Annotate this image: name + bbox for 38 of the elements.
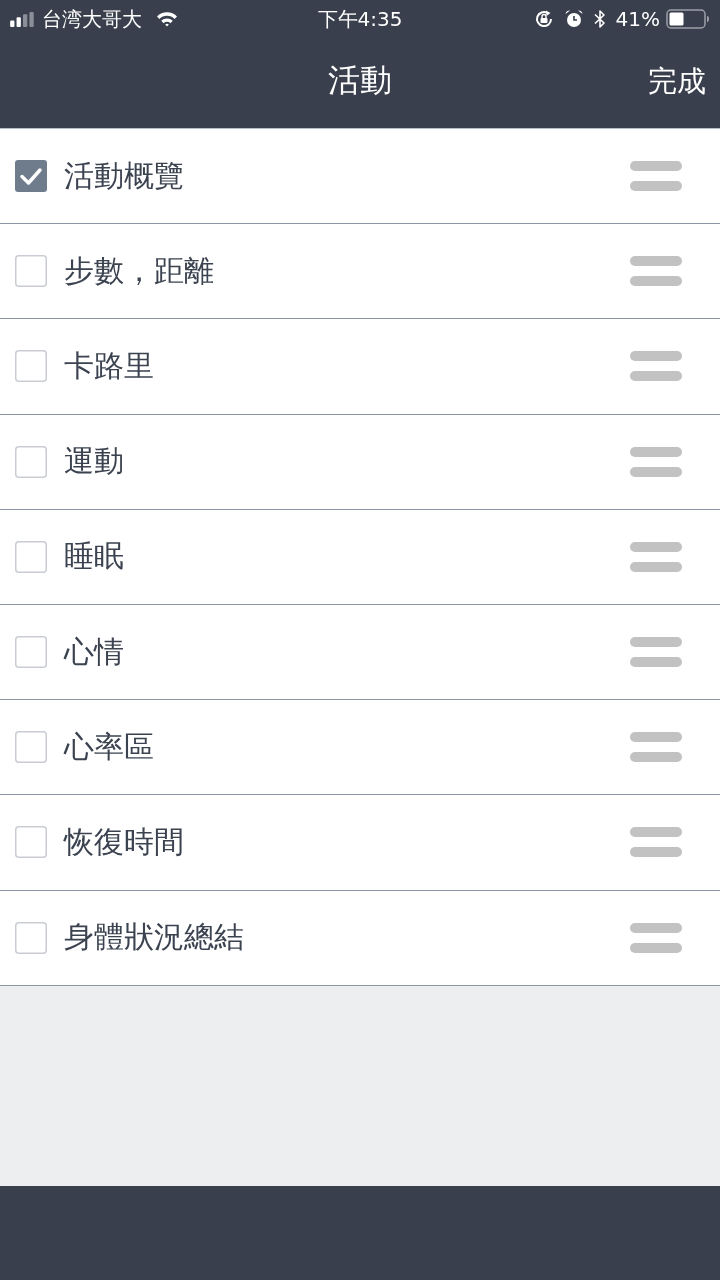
- carrier-name: 台湾大哥大: [42, 5, 142, 33]
- reorder-handle-icon[interactable]: [630, 351, 682, 382]
- item-label: 心率區: [64, 727, 155, 766]
- reorder-handle-icon[interactable]: [630, 732, 682, 763]
- checkbox[interactable]: [15, 160, 47, 193]
- reorder-handle-icon[interactable]: [630, 446, 682, 477]
- rotation-lock-icon: [533, 9, 554, 29]
- item-label: 睡眠: [64, 537, 125, 576]
- item-label: 恢復時間: [64, 822, 185, 861]
- checkbox[interactable]: [15, 445, 47, 478]
- checkbox[interactable]: [15, 255, 47, 288]
- reorder-handle-icon[interactable]: [630, 827, 682, 858]
- item-label: 步數，距離: [64, 251, 215, 290]
- item-label: 心情: [64, 632, 125, 671]
- reorder-handle-icon[interactable]: [630, 256, 682, 287]
- page-title: 活動: [328, 60, 392, 101]
- checkbox[interactable]: [15, 826, 47, 859]
- item-label: 卡路里: [64, 346, 155, 385]
- checkbox[interactable]: [15, 636, 47, 669]
- item-label: 運動: [64, 442, 125, 481]
- reorder-handle-icon[interactable]: [630, 161, 682, 192]
- checkbox[interactable]: [15, 921, 47, 954]
- item-label: 活動概覽: [64, 156, 185, 195]
- signal-icon: [10, 11, 36, 27]
- checkbox[interactable]: [15, 540, 47, 573]
- alarm-clock-icon: [563, 9, 584, 29]
- wifi-icon: [156, 11, 178, 27]
- checkbox[interactable]: [15, 731, 47, 764]
- reorder-handle-icon[interactable]: [630, 922, 682, 953]
- battery-icon: [666, 9, 710, 29]
- battery-percentage: 41%: [615, 7, 660, 31]
- bluetooth-icon: [593, 9, 606, 29]
- item-label: 身體狀況總結: [64, 918, 245, 957]
- reorder-handle-icon[interactable]: [630, 541, 682, 572]
- done-button[interactable]: 完成: [648, 62, 706, 102]
- reorder-handle-icon[interactable]: [630, 637, 682, 668]
- checkbox[interactable]: [15, 350, 47, 383]
- clock-time: 下午4:35: [317, 5, 403, 33]
